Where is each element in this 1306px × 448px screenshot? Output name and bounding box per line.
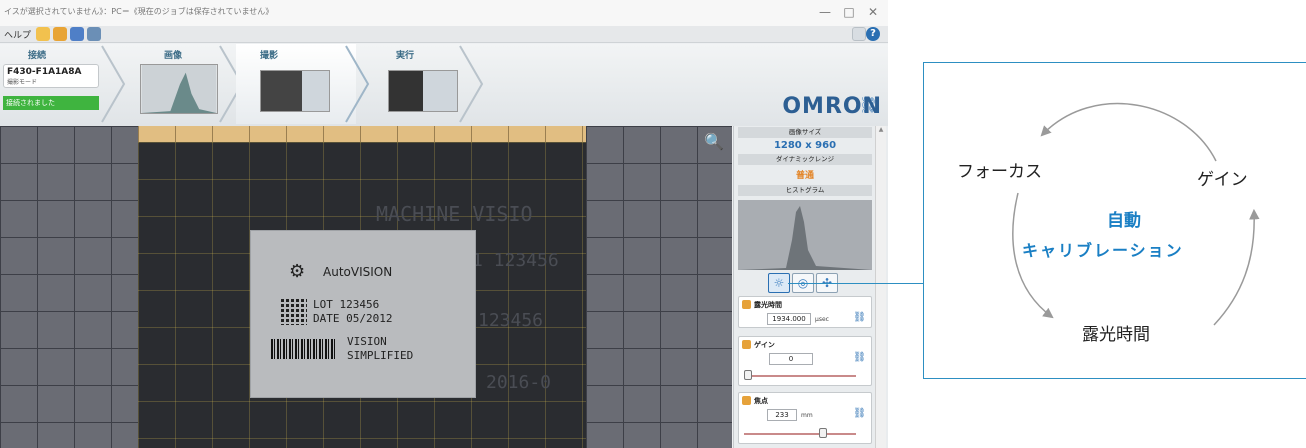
image-size-value: 1280 x 960 [773,140,837,151]
menu-help[interactable]: ヘルプ [4,28,31,41]
label-slogan-line: SIMPLIFIED [347,349,414,362]
scroll-up-icon[interactable]: ▲ [876,126,886,136]
open-folder-icon[interactable] [53,27,67,41]
focus-input[interactable]: 233 [767,409,797,421]
link-icon[interactable]: ⛓ [853,352,866,363]
background-text: 1 123456 [472,250,559,271]
product-label: ⚙ AutoVISION LOT 123456 DATE 05/2012 VIS… [250,230,476,398]
focus-unit: mm [801,412,813,419]
capture-thumbnail [260,70,330,112]
chevron-right-icon [101,45,126,123]
gain-label: ゲイン [1197,170,1248,190]
focus-title: 焦点 [754,397,768,405]
step-run-label: 実行 [396,51,415,61]
step-capture[interactable]: 撮影 [236,44,356,124]
camera-image: MACHINE VISIO 1 123456 123456 2016-0 ⚙ A… [138,142,586,448]
gear-logo-icon: ⚙ [289,261,306,282]
gain-slider-track[interactable] [744,375,856,377]
zoom-icon[interactable]: 🔍 [704,132,724,151]
settings-panel: 画像サイズ 1280 x 960 ダイナミックレンジ 普通 ヒストグラム ☼ ◎… [733,126,888,448]
close-button[interactable]: ✕ [860,2,886,22]
title-bar: イスが選択されていません》：PC＝《現在のジョブは保存されていません》 — □ … [0,0,888,26]
step-connect-label: 接続 [28,51,47,61]
label-slogan-line: VISION [347,335,387,348]
callout-connector [788,283,923,284]
histogram-header: ヒストグラム [738,185,872,196]
ruler-ticks [138,126,586,142]
minimize-button[interactable]: — [812,2,838,22]
lock-icon[interactable] [742,396,751,405]
label-brand: AutoVISION [323,265,393,279]
step-image-label: 画像 [164,51,183,61]
focus-label: フォーカス [957,162,1042,182]
menu-bar: ヘルプ ? [0,26,888,43]
run-thumbnail [388,70,458,112]
save-icon[interactable] [70,27,84,41]
exposure-title: 露光時間 [754,301,782,309]
focus-slider-track[interactable] [744,433,856,435]
image-viewer[interactable]: MACHINE VISIO 1 123456 123456 2016-0 ⚙ A… [0,126,732,448]
window-title: イスが選択されていません》：PC＝《現在のジョブは保存されていません》 [4,7,274,16]
workflow-step-bar: 接続 F430-F1A1A8A 撮影モード 接続されました 画像 撮影 実行 ⛓ [0,44,888,126]
exposure-unit: μsec [815,316,829,323]
maximize-button[interactable]: □ [836,2,862,22]
grid-area-left [0,126,138,448]
focus-slider-thumb[interactable] [818,428,827,438]
exposure-input[interactable]: 1934.000 [767,313,811,325]
device-mode: 撮影モード [7,79,38,86]
arrow-exposure-to-gain [1213,208,1260,326]
dynamic-range-header: ダイナミックレンジ [738,154,872,165]
gain-title: ゲイン [754,341,775,349]
arrow-gain-to-focus [1040,102,1217,162]
panel-toggle-icon[interactable] [852,27,866,41]
step-capture-label: 撮影 [260,51,279,61]
lock-icon[interactable] [742,340,751,349]
data-matrix-code [279,297,307,325]
gain-setting: ゲイン 0 ⛓ [738,336,872,386]
background-text: 2016-0 [486,372,552,393]
auto-calibration-button[interactable]: ☼ [768,273,790,293]
grid-area-right [586,126,732,448]
label-lot: LOT 123456 [313,298,380,311]
calibration-label: キャリブレーション [1022,241,1184,260]
focus-setting: 焦点 233 mm ⛓ [738,392,872,444]
step-image[interactable]: 画像 [126,44,230,124]
help-icon[interactable]: ? [866,27,880,41]
barcode [271,339,337,359]
exposure-label: 露光時間 [1082,325,1150,345]
lock-icon[interactable] [742,300,751,309]
histogram-thumbnail [140,64,218,114]
gain-slider-thumb[interactable] [744,370,752,380]
dynamic-range-value[interactable]: 普通 [738,168,872,181]
background-text: MACHINE VISIO [376,202,533,226]
background-text: 123456 [478,310,544,331]
omron-logo: OMRON [782,94,882,119]
label-slogan: VISION SIMPLIFIED [347,335,413,363]
gain-input[interactable]: 0 [769,353,813,365]
auto-label: 自動 [1107,211,1141,231]
undo-icon[interactable] [36,27,50,41]
chevron-right-icon [459,45,484,123]
panel-scrollbar[interactable]: ▲ [875,126,886,448]
link-icon[interactable]: ⛓ [853,408,866,419]
histogram-chart [738,200,872,270]
horizontal-ruler [138,126,586,142]
link-icon[interactable]: ⛓ [853,312,866,323]
save-as-icon[interactable] [87,27,101,41]
label-date: DATE 05/2012 [313,312,393,325]
image-size-header: 画像サイズ [738,127,872,138]
app-window: イスが選択されていません》：PC＝《現在のジョブは保存されていません》 — □ … [0,0,888,448]
connection-status: 接続されました [3,96,99,110]
device-model: F430-F1A1A8A [7,67,82,77]
device-select[interactable]: F430-F1A1A8A 撮影モード [3,64,99,88]
screenshot: イスが選択されていません》：PC＝《現在のジョブは保存されていません》 — □ … [0,0,1306,448]
step-run[interactable]: 実行 [366,44,470,124]
auto-calibration-callout: フォーカス ゲイン 自動 キャリブレーション 露光時間 [923,62,1306,379]
exposure-setting: 露光時間 1934.000 μsec ⛓ [738,296,872,328]
label-lot-info: LOT 123456 DATE 05/2012 [313,298,392,326]
step-connect[interactable]: 接続 F430-F1A1A8A 撮影モード 接続されました [0,44,110,124]
